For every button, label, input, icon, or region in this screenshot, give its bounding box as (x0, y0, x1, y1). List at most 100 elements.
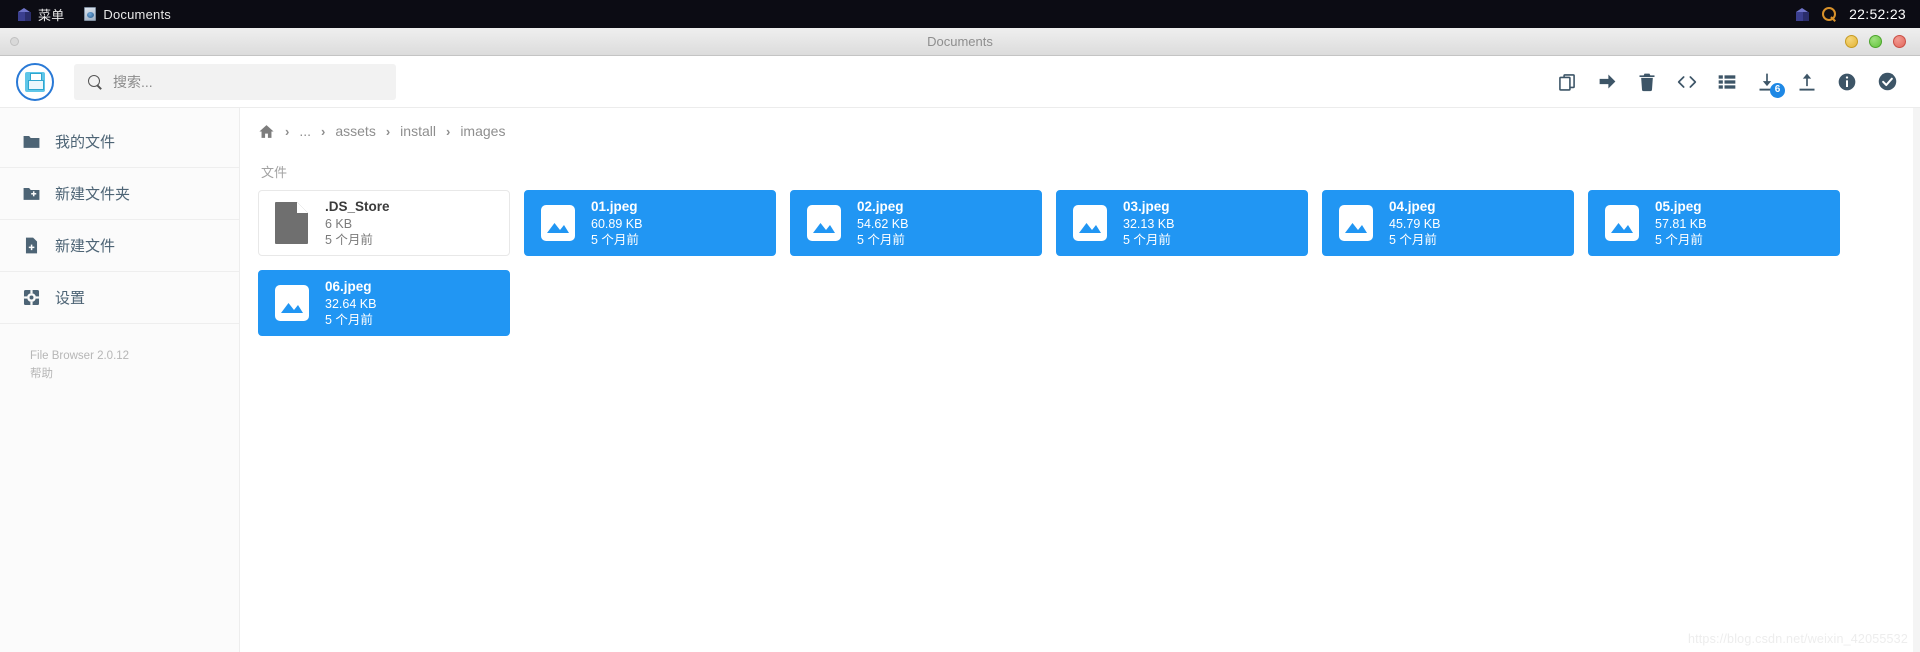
image-icon (1603, 201, 1641, 245)
document-icon (84, 7, 97, 21)
file-meta: .DS_Store 6 KB 5 个月前 (325, 198, 390, 247)
breadcrumb-home-icon[interactable] (258, 123, 275, 140)
sidebar-item-settings[interactable]: 设置 (0, 272, 239, 324)
help-link[interactable]: 帮助 (30, 366, 239, 384)
code-button[interactable] (1676, 71, 1698, 93)
sidebar-item-new-file[interactable]: 新建文件 (0, 220, 239, 272)
floppy-save-icon (25, 71, 45, 92)
search-bar[interactable] (74, 63, 396, 100)
file-card[interactable]: 03.jpeg 32.13 KB 5 个月前 (1056, 190, 1308, 256)
list-view-button[interactable] (1716, 71, 1738, 93)
taskbar-tray: 22:52:23 (1796, 6, 1920, 22)
image-icon (539, 201, 577, 245)
start-menu-button[interactable]: 菜单 (8, 0, 74, 28)
tray-search-icon[interactable] (1822, 7, 1837, 21)
sidebar-item-new-folder[interactable]: 新建文件夹 (0, 168, 239, 220)
taskbar-left: 菜单 Documents (0, 0, 181, 28)
download-badge: 6 (1770, 82, 1785, 98)
breadcrumb: › ... › assets › install › images (240, 108, 1920, 154)
file-name: 01.jpeg (591, 199, 638, 215)
breadcrumb-item-ellipsis[interactable]: ... (299, 123, 311, 139)
start-menu-label: 菜单 (38, 7, 65, 23)
files-section-title: 文件 (261, 165, 288, 180)
file-icon (273, 201, 311, 245)
info-button[interactable] (1836, 71, 1858, 93)
file-card[interactable]: .DS_Store 6 KB 5 个月前 (258, 190, 510, 256)
delete-button[interactable] (1636, 71, 1658, 93)
select-all-button[interactable] (1876, 71, 1898, 93)
sidebar-item-label: 新建文件 (55, 238, 116, 255)
file-modified: 5 个月前 (591, 232, 639, 247)
file-grid: .DS_Store 6 KB 5 个月前 01.jpeg 60.89 KB 5 … (258, 190, 1902, 336)
breadcrumb-separator: › (385, 123, 391, 139)
sidebar-item-label: 新建文件夹 (55, 186, 131, 203)
maximize-button[interactable] (1869, 35, 1882, 48)
search-input[interactable] (113, 73, 382, 90)
app-body: 我的文件 新建文件夹 新建文件 设置 File Browser 2.0.12 帮… (0, 108, 1920, 652)
file-card[interactable]: 04.jpeg 45.79 KB 5 个月前 (1322, 190, 1574, 256)
files-section: 文件 .DS_Store 6 KB 5 个月前 01.jpeg 60.89 KB… (240, 154, 1920, 336)
file-name: 06.jpeg (325, 279, 372, 295)
search-icon (88, 74, 102, 89)
file-plus-icon (22, 236, 41, 255)
sidebar: 我的文件 新建文件夹 新建文件 设置 File Browser 2.0.12 帮… (0, 108, 240, 652)
file-modified: 5 个月前 (325, 232, 373, 247)
file-meta: 05.jpeg 57.81 KB 5 个月前 (1655, 198, 1706, 247)
breadcrumb-item-assets[interactable]: assets (335, 123, 375, 139)
window-title: Documents (927, 34, 993, 49)
file-name: .DS_Store (325, 199, 390, 215)
upload-button[interactable] (1796, 71, 1818, 93)
breadcrumb-separator: › (445, 123, 451, 139)
move-button[interactable] (1596, 71, 1618, 93)
file-name: 04.jpeg (1389, 199, 1436, 215)
file-card[interactable]: 02.jpeg 54.62 KB 5 个月前 (790, 190, 1042, 256)
minimize-button[interactable] (1845, 35, 1858, 48)
app-logo[interactable] (16, 62, 54, 101)
copy-button[interactable] (1556, 71, 1578, 93)
file-size: 45.79 KB (1389, 216, 1441, 231)
folder-plus-icon (22, 184, 41, 203)
app-window: Documents 搜索... 6 我的文件 新建文件夹 新建文件 设置 Fil… (0, 28, 1920, 652)
file-meta: 01.jpeg 60.89 KB 5 个月前 (591, 198, 642, 247)
file-card[interactable]: 05.jpeg 57.81 KB 5 个月前 (1588, 190, 1840, 256)
file-size: 6 KB (325, 216, 353, 231)
app-header: 6 (0, 56, 1920, 108)
file-size: 32.64 KB (325, 296, 377, 311)
file-name: 05.jpeg (1655, 199, 1702, 215)
sidebar-item-my-files[interactable]: 我的文件 (0, 116, 239, 168)
image-icon (1071, 201, 1109, 245)
file-meta: 02.jpeg 54.62 KB 5 个月前 (857, 198, 908, 247)
sidebar-item-label: 设置 (55, 290, 86, 307)
gear-icon (22, 288, 41, 307)
file-modified: 5 个月前 (325, 312, 373, 327)
breadcrumb-separator: › (321, 123, 326, 139)
taskbar-window-documents[interactable]: Documents (74, 0, 181, 28)
breadcrumb-item-images[interactable]: images (460, 123, 505, 139)
file-meta: 03.jpeg 32.13 KB 5 个月前 (1123, 198, 1174, 247)
close-button[interactable] (1893, 35, 1906, 48)
content-area: › ... › assets › install › images 文件 .DS… (240, 108, 1920, 652)
file-size: 32.13 KB (1123, 216, 1175, 231)
tray-cube-icon[interactable] (1796, 7, 1810, 21)
file-modified: 5 个月前 (1389, 232, 1437, 247)
file-modified: 5 个月前 (1655, 232, 1703, 247)
file-modified: 5 个月前 (1123, 232, 1171, 247)
window-titlebar[interactable]: Documents (0, 28, 1920, 56)
os-taskbar: 菜单 Documents 22:52:23 (0, 0, 1920, 28)
file-card[interactable]: 01.jpeg 60.89 KB 5 个月前 (524, 190, 776, 256)
content-scrollbar[interactable] (1913, 108, 1920, 652)
file-meta: 06.jpeg 32.64 KB 5 个月前 (325, 278, 376, 327)
file-meta: 04.jpeg 45.79 KB 5 个月前 (1389, 198, 1440, 247)
window-controls (1845, 35, 1906, 48)
file-size: 57.81 KB (1655, 216, 1707, 231)
download-button[interactable]: 6 (1756, 71, 1785, 98)
cube-icon (18, 7, 31, 21)
breadcrumb-item-install[interactable]: install (400, 123, 436, 139)
sidebar-footer: File Browser 2.0.12 帮助 (0, 324, 239, 384)
image-icon (1337, 201, 1375, 245)
file-name: 03.jpeg (1123, 199, 1170, 215)
folder-icon (22, 132, 41, 151)
file-card[interactable]: 06.jpeg 32.64 KB 5 个月前 (258, 270, 510, 336)
file-name: 02.jpeg (857, 199, 904, 215)
file-size: 60.89 KB (591, 216, 643, 231)
